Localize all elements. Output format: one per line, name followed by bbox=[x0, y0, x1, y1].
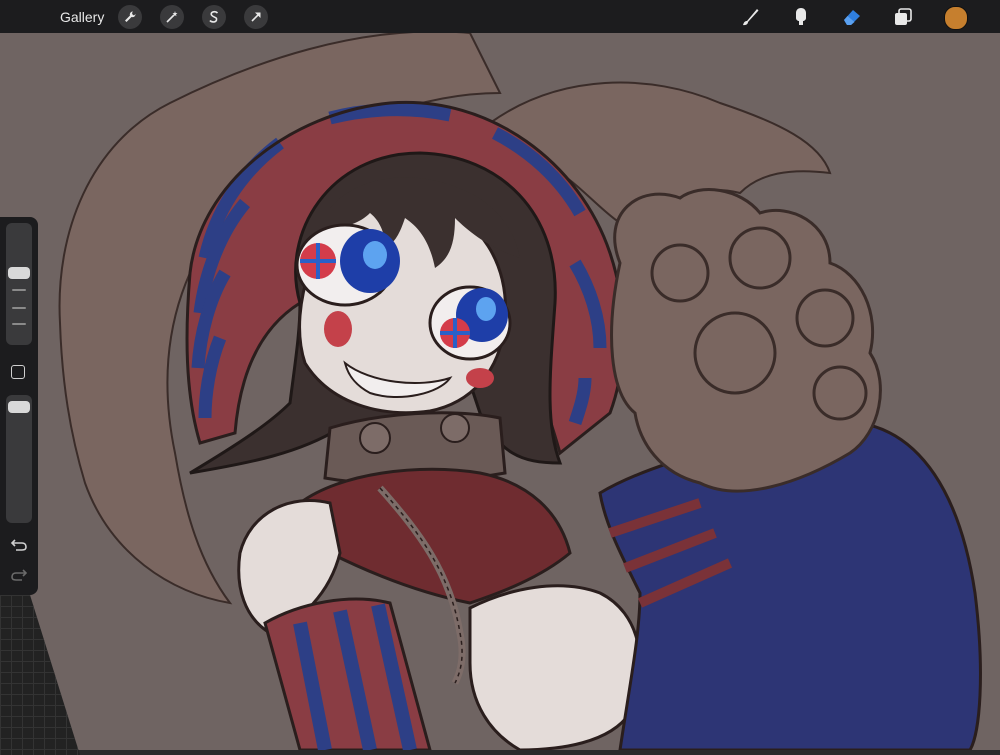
selection-s-icon[interactable] bbox=[202, 5, 226, 29]
opacity-thumb[interactable] bbox=[8, 401, 30, 413]
top-toolbar: Gallery bbox=[0, 0, 1000, 33]
slider-tick bbox=[12, 289, 26, 291]
layers-icon[interactable] bbox=[890, 4, 916, 30]
brush-size-slider[interactable] bbox=[6, 223, 32, 345]
brush-size-thumb[interactable] bbox=[8, 267, 30, 279]
artwork-illustration bbox=[58, 33, 982, 750]
modify-square-icon[interactable] bbox=[11, 365, 25, 379]
move-arrow-icon[interactable] bbox=[244, 5, 268, 29]
wrench-icon[interactable] bbox=[118, 5, 142, 29]
slider-tick bbox=[12, 323, 26, 325]
brush-icon[interactable] bbox=[737, 4, 763, 30]
undo-icon[interactable] bbox=[10, 537, 28, 558]
gallery-button[interactable]: Gallery bbox=[60, 9, 104, 25]
eraser-icon[interactable] bbox=[839, 4, 865, 30]
opacity-slider[interactable] bbox=[6, 395, 32, 523]
color-picker-button[interactable] bbox=[944, 6, 968, 30]
smudge-icon[interactable] bbox=[788, 4, 814, 30]
left-sidebar bbox=[0, 217, 38, 595]
magic-wand-icon[interactable] bbox=[160, 5, 184, 29]
slider-tick bbox=[12, 307, 26, 309]
drawing-canvas[interactable] bbox=[0, 33, 1000, 750]
redo-icon[interactable] bbox=[10, 567, 28, 588]
